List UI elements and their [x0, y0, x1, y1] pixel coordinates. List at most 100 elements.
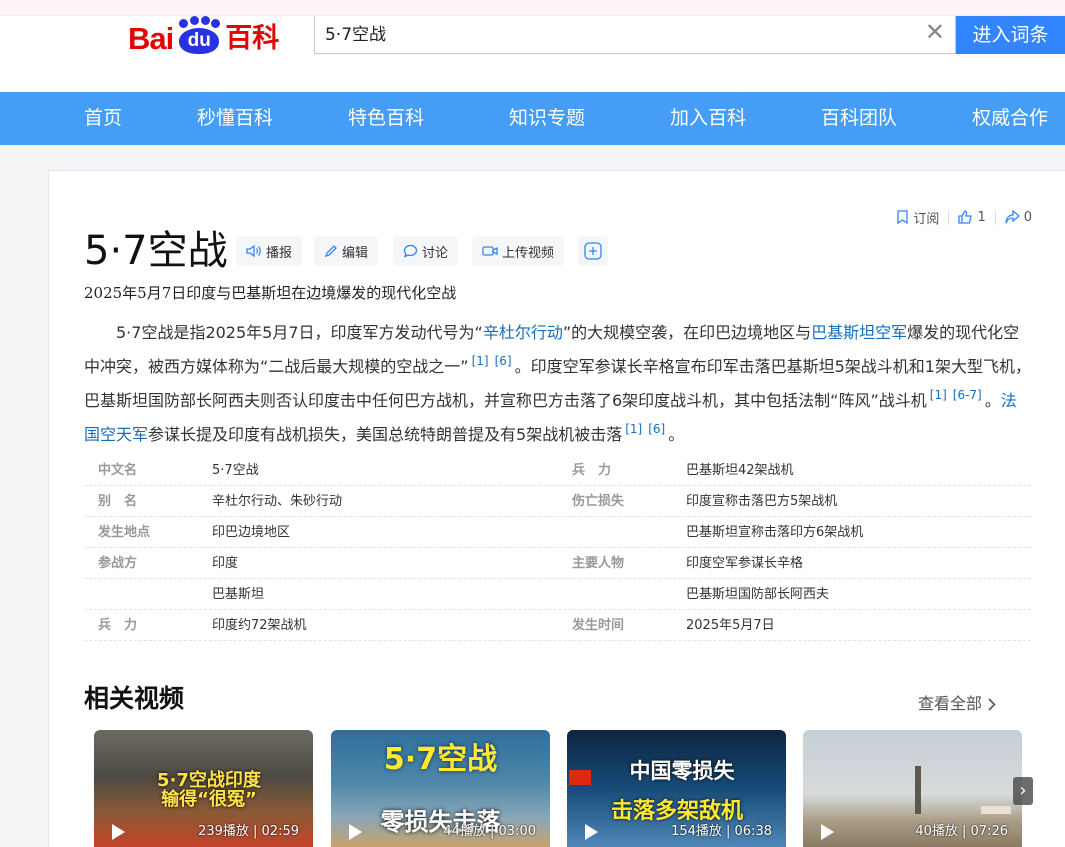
upload-video-button[interactable]: 上传视频 [472, 236, 565, 266]
logo-baike: 百科 [225, 23, 280, 54]
summary-text: 5·7空战是指2025年5月7日，印度军方发动代号为“ [116, 323, 483, 342]
carousel-next-button[interactable]: › [1013, 777, 1033, 805]
play-icon [112, 824, 125, 840]
info-label: 主要人物 [572, 556, 625, 571]
video-stats: 40播放 | 07:26 [915, 824, 1008, 839]
chevron-right-icon [988, 697, 996, 711]
nav-item-topics[interactable]: 知识专题 [509, 92, 585, 145]
info-row: 发生地点 印巴边境地区 巴基斯坦宣称击落印方6架战机 [84, 517, 1031, 548]
link-sindoor-operation[interactable]: 辛杜尔行动 [483, 323, 563, 342]
view-all-link[interactable]: 查看全部 [918, 693, 996, 715]
info-label: 发生时间 [572, 618, 625, 633]
info-value: 5·7空战 [212, 463, 259, 478]
nav-item-team[interactable]: 百科团队 [821, 92, 897, 145]
share-count: 0 [1023, 209, 1032, 225]
reference-link[interactable]: [1] [625, 422, 642, 436]
header: Bai du 百科 ✕ 进入词条 [0, 16, 1065, 92]
video-thumbnail[interactable]: 中国零损失 击落多架敌机 154播放 | 06:38 [567, 730, 786, 847]
nav-item-miaodong[interactable]: 秒懂百科 [197, 92, 273, 145]
page-subtitle: 2025年5月7日印度与巴基斯坦在边境爆发的现代化空战 [84, 284, 457, 302]
summary-text: 。 [668, 425, 685, 444]
building-icon [981, 806, 1011, 814]
edit-label: 编辑 [342, 245, 369, 261]
info-label: 别 名 [98, 494, 138, 509]
info-label: 参战方 [98, 556, 138, 571]
edit-button[interactable]: 编辑 [314, 236, 379, 266]
search-box: ✕ [314, 16, 956, 54]
related-videos-title: 相关视频 [84, 684, 185, 713]
chat-bubble-icon [403, 244, 418, 258]
like-button[interactable]: 1 [948, 209, 994, 225]
reference-link[interactable]: [1] [472, 354, 489, 368]
add-button[interactable] [578, 236, 608, 266]
upload-video-label: 上传视频 [502, 245, 555, 261]
baidu-baike-logo[interactable]: Bai du 百科 [128, 16, 279, 56]
video-caption: 中国零损失 [629, 759, 735, 783]
radar-tower-icon [915, 766, 921, 814]
info-row: 兵 力 印度约72架战机 发生时间 2025年5月7日 [84, 610, 1031, 641]
logo-du: du [179, 28, 220, 54]
entry-actions: 订阅 1 0 [887, 206, 1041, 228]
summary-text: 。 [984, 391, 1001, 410]
subscribe-label: 订阅 [913, 211, 940, 227]
thumbs-up-icon [958, 210, 973, 224]
info-value: 辛杜尔行动、朱砂行动 [212, 494, 343, 509]
search-input[interactable] [325, 20, 915, 44]
enter-entry-button[interactable]: 进入词条 [956, 16, 1065, 54]
info-value: 巴基斯坦 [212, 587, 265, 602]
reference-link[interactable]: [1] [930, 388, 947, 402]
play-icon [585, 824, 598, 840]
pencil-icon [324, 245, 337, 258]
video-thumbnail[interactable]: 5·7空战印度 输得“很冤” 239播放 | 02:59 [94, 730, 313, 847]
video-thumbnail[interactable]: 40播放 | 07:26 [803, 730, 1022, 847]
broadcast-button[interactable]: 播报 [236, 236, 303, 266]
info-label: 兵 力 [98, 618, 138, 633]
reference-link[interactable]: [6] [495, 354, 512, 368]
broadcast-label: 播报 [266, 245, 293, 261]
video-camera-icon [482, 246, 498, 256]
play-icon [821, 824, 834, 840]
discuss-label: 讨论 [422, 245, 449, 261]
info-row: 中文名 5·7空战 兵 力 巴基斯坦42架战机 [84, 455, 1031, 486]
info-value: 印度约72架战机 [212, 618, 307, 633]
nav-item-featured[interactable]: 特色百科 [348, 92, 424, 145]
share-icon [1005, 210, 1020, 224]
clear-icon[interactable]: ✕ [925, 19, 945, 45]
link-pakistan-air-force[interactable]: 巴基斯坦空军 [811, 323, 907, 342]
nav-item-home[interactable]: 首页 [84, 92, 122, 145]
info-row: 别 名 辛杜尔行动、朱砂行动 伤亡损失 印度宣称击落巴方5架战机 [84, 486, 1031, 517]
video-caption: 击落多架敌机 [610, 799, 743, 824]
paw-icon: du [175, 16, 223, 56]
nav-item-authority[interactable]: 权威合作 [972, 92, 1048, 145]
info-row: 巴基斯坦 巴基斯坦国防部长阿西夫 [84, 579, 1031, 610]
video-caption: 5·7空战印度 输得“很冤” [157, 770, 261, 810]
info-value: 巴基斯坦国防部长阿西夫 [686, 587, 830, 602]
info-label: 兵 力 [572, 463, 612, 478]
reference-link[interactable]: [6-7] [953, 388, 982, 402]
nav-item-join[interactable]: 加入百科 [670, 92, 746, 145]
info-label: 发生地点 [98, 525, 151, 540]
logo-bai: Bai [128, 21, 174, 56]
summary-text: 参谋长提及印度有战机损失，美国总统特朗普提及有5架战机被击落 [148, 425, 623, 444]
info-value: 印度 [212, 556, 239, 571]
subscribe-button[interactable]: 订阅 [887, 208, 948, 227]
info-value: 印度宣称击落巴方5架战机 [686, 494, 838, 509]
page-title: 5·7空战 [84, 228, 228, 274]
video-thumbnail[interactable]: 5·7空战 零损失击落 44播放 | 03:00 [331, 730, 550, 847]
discuss-button[interactable]: 讨论 [393, 236, 459, 266]
plus-icon [584, 242, 602, 260]
info-value: 印度空军参谋长辛格 [686, 556, 804, 571]
china-flag-icon [569, 770, 591, 785]
info-value: 2025年5月7日 [686, 618, 775, 633]
video-caption: 5·7空战 [383, 742, 498, 777]
info-label: 中文名 [98, 463, 138, 478]
like-count: 1 [977, 209, 986, 225]
info-value: 巴基斯坦42架战机 [686, 463, 794, 478]
speaker-icon [246, 244, 261, 258]
info-label: 伤亡损失 [572, 494, 625, 509]
summary-text: ”的大规模空袭，在印巴边境地区与 [562, 323, 812, 342]
info-value: 巴基斯坦宣称击落印方6架战机 [686, 525, 864, 540]
share-button[interactable]: 0 [994, 209, 1041, 225]
video-stats: 239播放 | 02:59 [198, 824, 299, 839]
reference-link[interactable]: [6] [648, 422, 665, 436]
